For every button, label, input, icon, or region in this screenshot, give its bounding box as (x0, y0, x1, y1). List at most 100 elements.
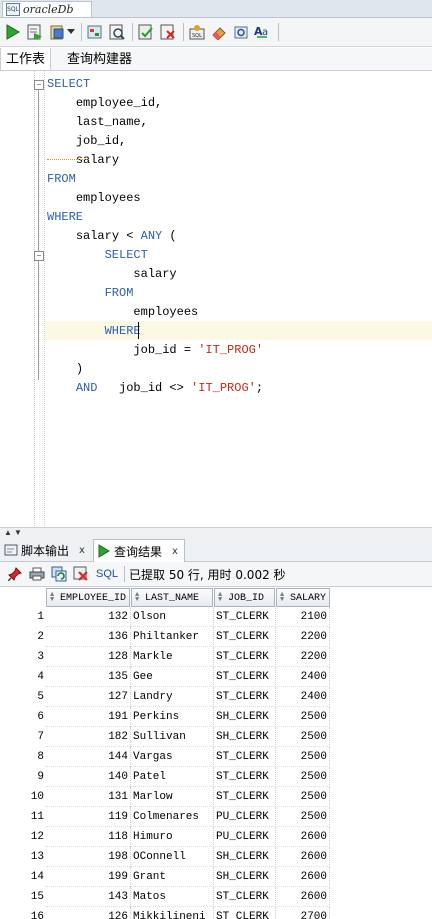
table-cell[interactable]: ST_CLERK (214, 767, 276, 787)
table-cell[interactable]: Sullivan (131, 727, 214, 747)
column-header-job-id[interactable]: ▲ ▼ JOB_ID (214, 588, 275, 607)
table-cell[interactable]: 2600 (276, 887, 330, 907)
tab-query-builder[interactable]: 查询构建器 (62, 48, 137, 70)
table-cell[interactable]: Philtanker (131, 627, 214, 647)
table-cell[interactable]: Himuro (131, 827, 214, 847)
column-header-salary[interactable]: ▲ ▼ SALARY (276, 588, 330, 607)
table-cell[interactable]: SH_CLERK (214, 707, 276, 727)
table-cell[interactable]: 136 (46, 627, 131, 647)
close-icon[interactable]: x (172, 546, 178, 557)
table-cell[interactable]: 140 (46, 767, 131, 787)
table-row[interactable]: 15 143 Matos ST_CLERK 2600 (0, 887, 432, 907)
table-row[interactable]: 14 199 Grant SH_CLERK 2600 (0, 867, 432, 887)
table-cell[interactable]: Landry (131, 687, 214, 707)
table-cell[interactable]: 2400 (276, 667, 330, 687)
table-row[interactable]: 6 191 Perkins SH_CLERK 2500 (0, 707, 432, 727)
column-header-last-name[interactable]: ▲ ▼ LAST_NAME (131, 588, 213, 607)
table-cell[interactable]: Vargas (131, 747, 214, 767)
table-row[interactable]: 8 144 Vargas ST_CLERK 2500 (0, 747, 432, 767)
table-cell[interactable]: 2500 (276, 787, 330, 807)
close-icon[interactable]: x (79, 545, 85, 556)
table-cell[interactable]: Grant (131, 867, 214, 887)
result-grid[interactable]: ▲ ▼ EMPLOYEE_ID ▲ ▼ LAST_NAME ▲ ▼ JOB_ID ▲ ▼ SAL… (0, 587, 432, 919)
table-cell[interactable]: 2500 (276, 767, 330, 787)
table-row[interactable]: 7 182 Sullivan SH_CLERK 2500 (0, 727, 432, 747)
table-cell[interactable]: 135 (46, 667, 131, 687)
table-cell[interactable]: ST_CLERK (214, 747, 276, 767)
tab-worksheet[interactable]: 工作表 (0, 48, 52, 70)
eraser-icon[interactable] (210, 23, 228, 41)
table-cell[interactable]: 199 (46, 867, 131, 887)
table-row[interactable]: 12 118 Himuro PU_CLERK 2600 (0, 827, 432, 847)
table-cell[interactable]: 2600 (276, 847, 330, 867)
table-cell[interactable]: ST_CLERK (214, 787, 276, 807)
table-cell[interactable]: Gee (131, 667, 214, 687)
table-row[interactable]: 10 131 Marlow ST_CLERK 2500 (0, 787, 432, 807)
column-header-employee-id[interactable]: ▲ ▼ EMPLOYEE_ID (46, 588, 130, 607)
table-cell[interactable]: Olson (131, 607, 214, 627)
table-cell[interactable]: 191 (46, 707, 131, 727)
table-row[interactable]: 11 119 Colmenares PU_CLERK 2500 (0, 807, 432, 827)
table-row[interactable]: 3 128 Markle ST_CLERK 2200 (0, 647, 432, 667)
table-cell[interactable]: 143 (46, 887, 131, 907)
table-cell[interactable]: OConnell (131, 847, 214, 867)
autotrace-icon[interactable] (108, 23, 126, 41)
table-cell[interactable]: 2200 (276, 627, 330, 647)
table-cell[interactable]: 2200 (276, 647, 330, 667)
sql-tuning-icon[interactable] (137, 23, 155, 41)
table-cell[interactable]: 2500 (276, 707, 330, 727)
table-cell[interactable]: 2400 (276, 687, 330, 707)
table-cell[interactable]: Mikkilineni (131, 907, 214, 919)
table-row[interactable]: 13 198 OConnell SH_CLERK 2600 (0, 847, 432, 867)
table-cell[interactable]: 131 (46, 787, 131, 807)
table-row[interactable]: 2 136 Philtanker ST_CLERK 2200 (0, 627, 432, 647)
fold-toggle-icon[interactable]: − (34, 251, 44, 261)
sql-editor[interactable]: SELECT employee_id, last_name, job_id, s… (0, 71, 432, 526)
table-cell[interactable]: Perkins (131, 707, 214, 727)
table-cell[interactable]: 128 (46, 647, 131, 667)
table-cell[interactable]: PU_CLERK (214, 807, 276, 827)
table-cell[interactable]: 2100 (276, 607, 330, 627)
table-row[interactable]: 4 135 Gee ST_CLERK 2400 (0, 667, 432, 687)
table-row[interactable]: 16 126 Mikkilineni ST_CLERK 2700 (0, 907, 432, 919)
table-cell[interactable]: PU_CLERK (214, 827, 276, 847)
table-cell[interactable]: 132 (46, 607, 131, 627)
table-cell[interactable]: 182 (46, 727, 131, 747)
table-cell[interactable]: ST_CLERK (214, 627, 276, 647)
collapse-down-icon[interactable]: ▼ (14, 529, 22, 537)
table-cell[interactable]: Patel (131, 767, 214, 787)
tab-script-output[interactable]: 脚本输出 x (4, 539, 91, 561)
table-row[interactable]: 5 127 Landry ST_CLERK 2400 (0, 687, 432, 707)
table-cell[interactable]: 127 (46, 687, 131, 707)
table-cell[interactable]: 118 (46, 827, 131, 847)
refresh-icon[interactable] (50, 565, 68, 583)
table-cell[interactable]: SH_CLERK (214, 847, 276, 867)
table-cell[interactable]: SH_CLERK (214, 727, 276, 747)
table-cell[interactable]: 119 (46, 807, 131, 827)
table-cell[interactable]: 2700 (276, 907, 330, 919)
table-row[interactable]: 9 140 Patel ST_CLERK 2500 (0, 767, 432, 787)
table-cell[interactable]: 2600 (276, 867, 330, 887)
print-icon[interactable] (28, 565, 46, 583)
table-cell[interactable]: Markle (131, 647, 214, 667)
run-statement-icon[interactable] (4, 23, 22, 41)
table-cell[interactable]: ST_CLERK (214, 647, 276, 667)
table-cell[interactable]: 144 (46, 747, 131, 767)
table-cell[interactable]: 2500 (276, 747, 330, 767)
table-cell[interactable]: SH_CLERK (214, 867, 276, 887)
table-cell[interactable]: Colmenares (131, 807, 214, 827)
table-row[interactable]: 1 132 Olson ST_CLERK 2100 (0, 607, 432, 627)
commit-icon[interactable] (48, 23, 66, 41)
run-script-icon[interactable] (26, 23, 44, 41)
sql-history-icon[interactable]: SQL (188, 23, 206, 41)
sql-link[interactable]: SQL (96, 568, 118, 580)
table-cell[interactable]: 198 (46, 847, 131, 867)
collapse-up-icon[interactable]: ▲ (4, 529, 12, 537)
cancel-query-icon[interactable] (72, 565, 90, 583)
format-icon[interactable] (232, 23, 250, 41)
table-cell[interactable]: ST_CLERK (214, 887, 276, 907)
table-cell[interactable]: 2500 (276, 727, 330, 747)
table-cell[interactable]: Matos (131, 887, 214, 907)
table-cell[interactable]: 126 (46, 907, 131, 919)
pin-icon[interactable] (6, 565, 24, 583)
